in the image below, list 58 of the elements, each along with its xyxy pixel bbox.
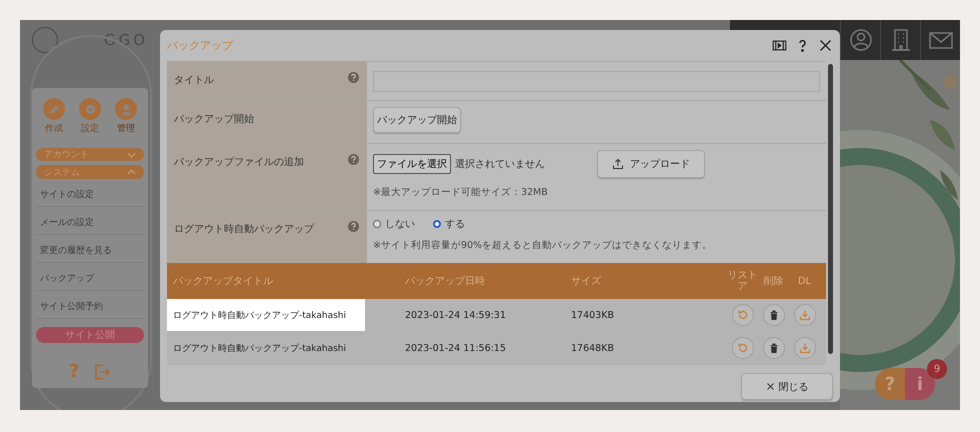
person-icon bbox=[120, 102, 132, 116]
column-header: バックアップ日時 bbox=[405, 276, 485, 287]
form-label: バックアップファイルの追加 bbox=[174, 156, 304, 169]
download-icon bbox=[798, 309, 810, 321]
radio-option[interactable]: しない bbox=[373, 217, 415, 231]
file-status: 選択されていません bbox=[455, 158, 545, 171]
user-icon[interactable] bbox=[848, 28, 872, 52]
table-cell-text: 2023-01-24 11:56:15 bbox=[405, 342, 507, 354]
radio-option[interactable]: する bbox=[433, 217, 465, 231]
upload-icon bbox=[612, 158, 624, 170]
table-cell: ログアウト時自動バックアップ-takahashi bbox=[167, 299, 365, 331]
column-header: バックアップタイトル bbox=[173, 276, 273, 287]
chevron-icon bbox=[127, 169, 136, 176]
close-button[interactable]: 閉じる bbox=[741, 373, 833, 400]
menu-item[interactable]: サイト公開予約 bbox=[36, 294, 144, 319]
form-label: バックアップ開始 bbox=[174, 112, 254, 126]
menu-item[interactable]: バックアップ bbox=[36, 266, 144, 291]
download-icon bbox=[798, 342, 810, 354]
table-cell-text: 2023-01-24 14:59:31 bbox=[405, 310, 507, 320]
note-text: ※最大アップロード可能サイズ：32MB bbox=[373, 186, 549, 199]
upload-button[interactable]: アップロード bbox=[597, 150, 705, 178]
logo-icon bbox=[32, 27, 58, 53]
table-cell-text: 17648KB bbox=[571, 342, 615, 354]
table-cell-text: 17403KB bbox=[571, 310, 615, 320]
tool-button[interactable]: 作成 bbox=[43, 98, 65, 144]
column-header: 削除 bbox=[764, 274, 784, 288]
form-label: タイトル bbox=[174, 74, 214, 87]
close-icon bbox=[766, 382, 774, 391]
form-label: ログアウト時自動バックアップ bbox=[174, 222, 314, 236]
file-choose-button[interactable]: ファイルを選択 bbox=[373, 154, 451, 174]
trash-icon bbox=[768, 309, 780, 321]
close-icon[interactable] bbox=[818, 38, 833, 53]
pen-icon bbox=[48, 102, 60, 116]
menu-item[interactable]: 変更の履歴を見る bbox=[36, 238, 144, 263]
delete-button[interactable] bbox=[762, 337, 784, 359]
chevron-icon bbox=[127, 152, 136, 158]
video-icon[interactable] bbox=[772, 38, 787, 53]
column-header: リストア bbox=[728, 270, 758, 292]
trash-icon bbox=[768, 342, 780, 354]
restore-icon bbox=[736, 342, 748, 354]
dialog-title: バックアップ bbox=[167, 38, 233, 53]
delete-button[interactable] bbox=[762, 304, 784, 326]
column-header: サイズ bbox=[571, 276, 601, 287]
table-cell-text: ログアウト時自動バックアップ-takahashi bbox=[172, 342, 347, 356]
column-header: DL bbox=[798, 276, 812, 286]
download-button[interactable] bbox=[794, 337, 816, 359]
menu-item[interactable]: メールの設定 bbox=[36, 210, 144, 235]
start-backup-button[interactable]: バックアップ開始 bbox=[373, 107, 461, 133]
gear-icon bbox=[84, 102, 96, 116]
note-text: ※サイト利用容量が90%を超えると自動バックアップはできなくなります。 bbox=[373, 239, 714, 252]
download-button[interactable] bbox=[794, 304, 816, 326]
restore-button[interactable] bbox=[732, 337, 754, 359]
menu-item[interactable]: サイトの設定 bbox=[36, 182, 144, 207]
publish-button[interactable]: サイト公開 bbox=[36, 326, 144, 344]
restore-icon bbox=[736, 309, 748, 321]
restore-button[interactable] bbox=[732, 304, 754, 326]
tool-button[interactable]: 管理 bbox=[115, 98, 137, 144]
tool-button[interactable]: 設定 bbox=[79, 98, 101, 144]
